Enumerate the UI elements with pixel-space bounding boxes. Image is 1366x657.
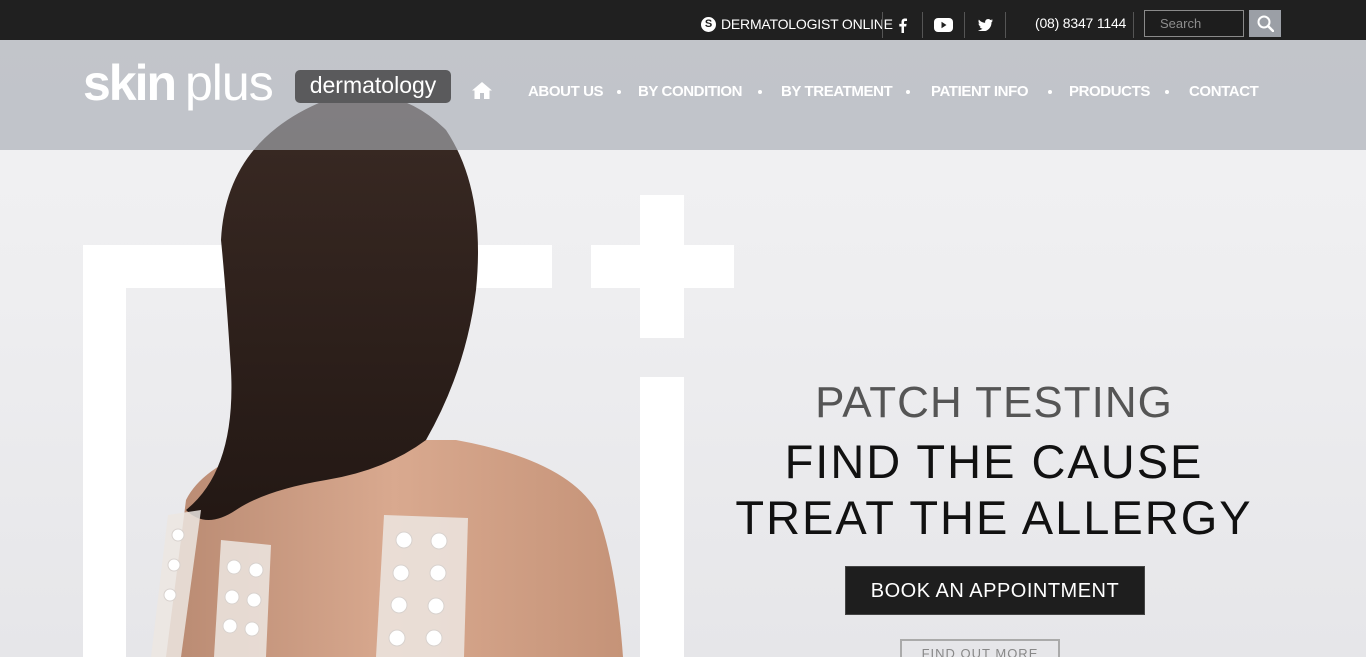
logo-badge[interactable]: dermatology [295, 70, 451, 103]
divider [1133, 12, 1134, 38]
skype-icon: S [701, 16, 716, 32]
nav-separator [906, 90, 910, 94]
logo-plus[interactable]: plus [185, 58, 274, 108]
youtube-icon[interactable] [923, 12, 964, 38]
nav-by-condition[interactable]: BY CONDITION [638, 83, 743, 101]
nav-contact[interactable]: CONTACT [1189, 83, 1259, 101]
skype-link[interactable]: S DERMATOLOGIST ONLINE [701, 15, 893, 33]
hero-title-line-2: TREAT THE ALLERGY [735, 491, 1253, 544]
home-icon[interactable] [472, 82, 492, 104]
decorative-frame [83, 245, 126, 657]
decorative-frame [640, 377, 684, 657]
skype-label: DERMATOLOGIST ONLINE [721, 16, 893, 32]
nav-patient-info[interactable]: PATIENT INFO [931, 83, 1029, 101]
nav-about-us[interactable]: ABOUT US [528, 83, 604, 101]
logo-skin[interactable]: skin [83, 58, 177, 108]
facebook-icon[interactable] [883, 12, 921, 38]
hero-subtitle: PATCH TESTING [815, 378, 1173, 427]
hero-title: FIND THE CAUSE TREAT THE ALLERGY [734, 434, 1254, 546]
search-input[interactable] [1144, 10, 1244, 37]
twitter-icon[interactable] [965, 12, 1005, 38]
nav-products[interactable]: PRODUCTS [1069, 83, 1150, 101]
phone-number[interactable]: (08) 8347 1144 [1035, 15, 1126, 31]
nav-separator [1165, 90, 1169, 94]
search-button[interactable] [1249, 10, 1281, 37]
search-icon [1257, 15, 1274, 32]
hero-title-line-1: FIND THE CAUSE [784, 435, 1204, 488]
nav-separator [617, 90, 621, 94]
nav-separator [1048, 90, 1052, 94]
nav-by-treatment[interactable]: BY TREATMENT [781, 83, 893, 101]
book-appointment-button[interactable]: BOOK AN APPOINTMENT [845, 566, 1145, 615]
nav-separator [758, 90, 762, 94]
find-out-more-button[interactable]: FIND OUT MORE [900, 639, 1060, 657]
divider [1005, 12, 1006, 38]
